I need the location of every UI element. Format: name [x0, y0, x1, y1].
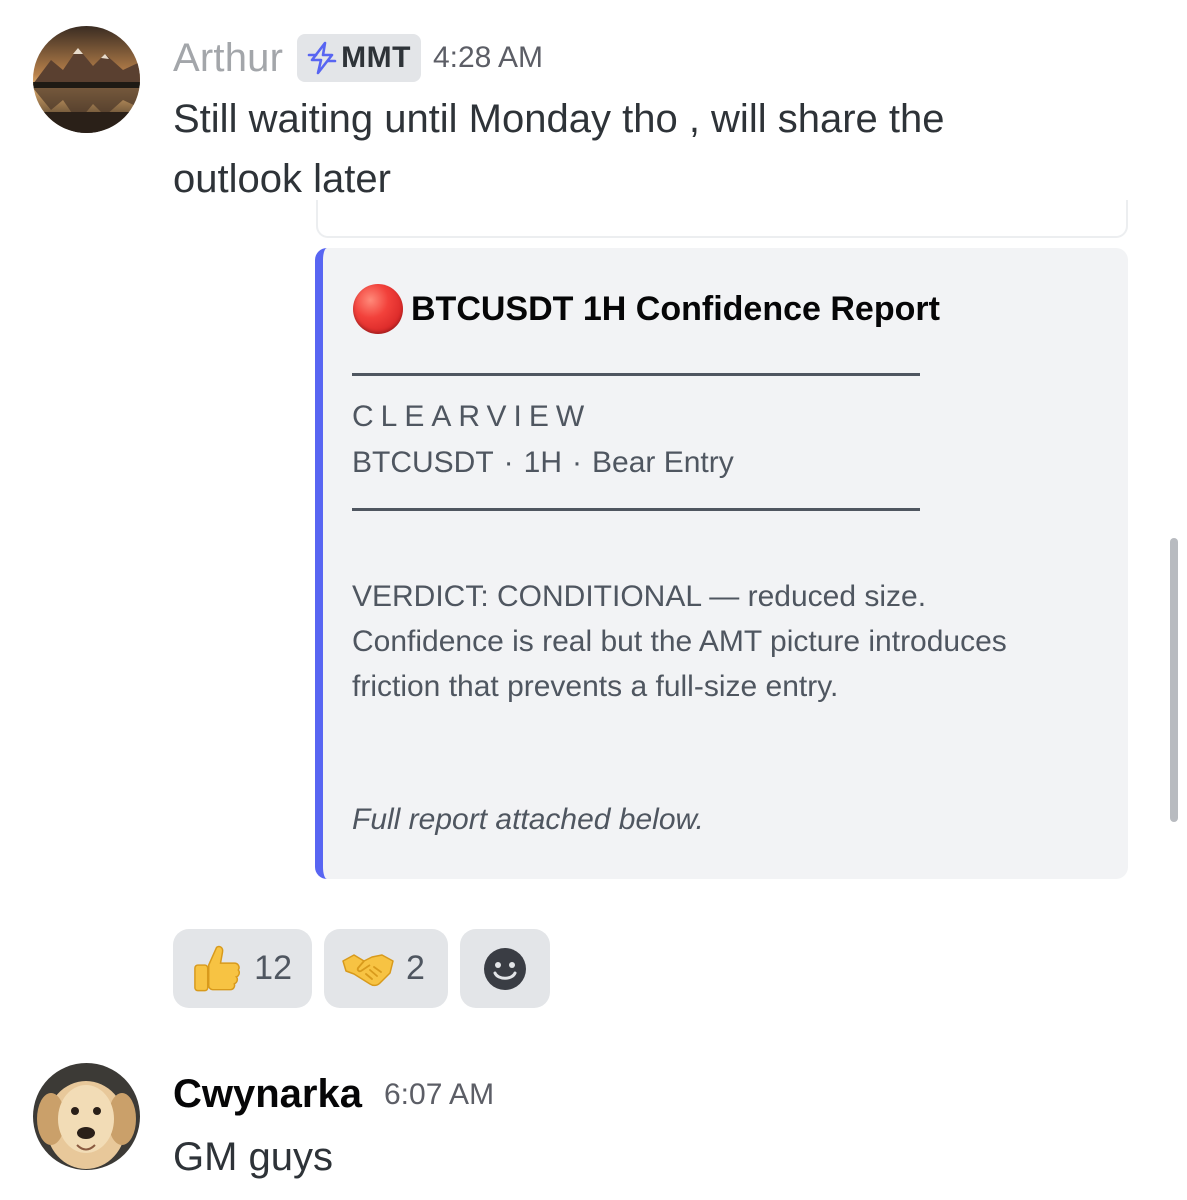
verdict-line: VERDICT: CONDITIONAL — reduced size.	[352, 580, 927, 613]
message-timestamp[interactable]: 6:07 AM	[384, 1078, 494, 1112]
arthur-message-text: Still waiting until Monday tho , will sh…	[173, 89, 944, 209]
cwynarka-avatar[interactable]	[33, 1063, 140, 1170]
arthur-username[interactable]: Arthur	[173, 36, 283, 81]
arthur-avatar[interactable]	[33, 26, 140, 133]
previous-embed-edge	[316, 200, 1128, 238]
reaction-thumbs-up[interactable]: 12	[173, 929, 312, 1008]
meta-symbol: BTCUSDT	[352, 446, 494, 479]
message-line: Still waiting until Monday tho , will sh…	[173, 97, 945, 141]
meta-signal: Bear Entry	[592, 446, 734, 479]
reaction-count: 12	[254, 949, 292, 987]
embed-footer-note: Full report attached below.	[352, 803, 704, 836]
handshake-icon	[342, 953, 394, 986]
arthur-message-header: Arthur MMT 4:28 AM	[173, 34, 543, 82]
server-tag-badge[interactable]: MMT	[297, 34, 421, 82]
embed-meta-line: BTCUSDT · 1H · Bear Entry	[352, 446, 734, 480]
smiley-add-icon	[484, 947, 526, 990]
meta-timeframe: 1H	[523, 446, 563, 479]
cwynarka-username[interactable]: Cwynarka	[173, 1072, 362, 1117]
divider-rule	[352, 373, 920, 376]
divider-rule	[352, 508, 920, 511]
scrollbar-thumb[interactable]	[1170, 538, 1178, 822]
lightning-bolt-icon	[307, 41, 337, 75]
thumbs-up-icon	[194, 945, 241, 991]
confidence-report-embed: BTCUSDT 1H Confidence Report CLEARVIEW B…	[315, 248, 1128, 879]
cwynarka-message-header: Cwynarka 6:07 AM	[173, 1072, 494, 1117]
meta-separator: ·	[503, 446, 514, 479]
reaction-count: 2	[406, 949, 425, 987]
verdict-line: Confidence is real but the AMT picture i…	[352, 625, 1007, 658]
verdict-line: friction that prevents a full-size entry…	[352, 670, 839, 703]
embed-title-row: BTCUSDT 1H Confidence Report	[353, 284, 940, 334]
red-circle-icon	[353, 284, 403, 334]
server-tag-label: MMT	[341, 41, 411, 74]
meta-separator: ·	[572, 446, 583, 479]
cwynarka-message-text: GM guys	[173, 1135, 334, 1179]
embed-title: BTCUSDT 1H Confidence Report	[411, 289, 940, 328]
add-reaction-button[interactable]	[460, 929, 550, 1008]
mountain-lake-avatar-image	[33, 26, 140, 133]
reaction-handshake[interactable]: 2	[324, 929, 448, 1008]
embed-brand: CLEARVIEW	[352, 400, 592, 433]
reactions-bar: 12 2	[173, 929, 550, 1008]
dog-avatar-image	[33, 1063, 140, 1170]
message-timestamp[interactable]: 4:28 AM	[433, 41, 543, 75]
